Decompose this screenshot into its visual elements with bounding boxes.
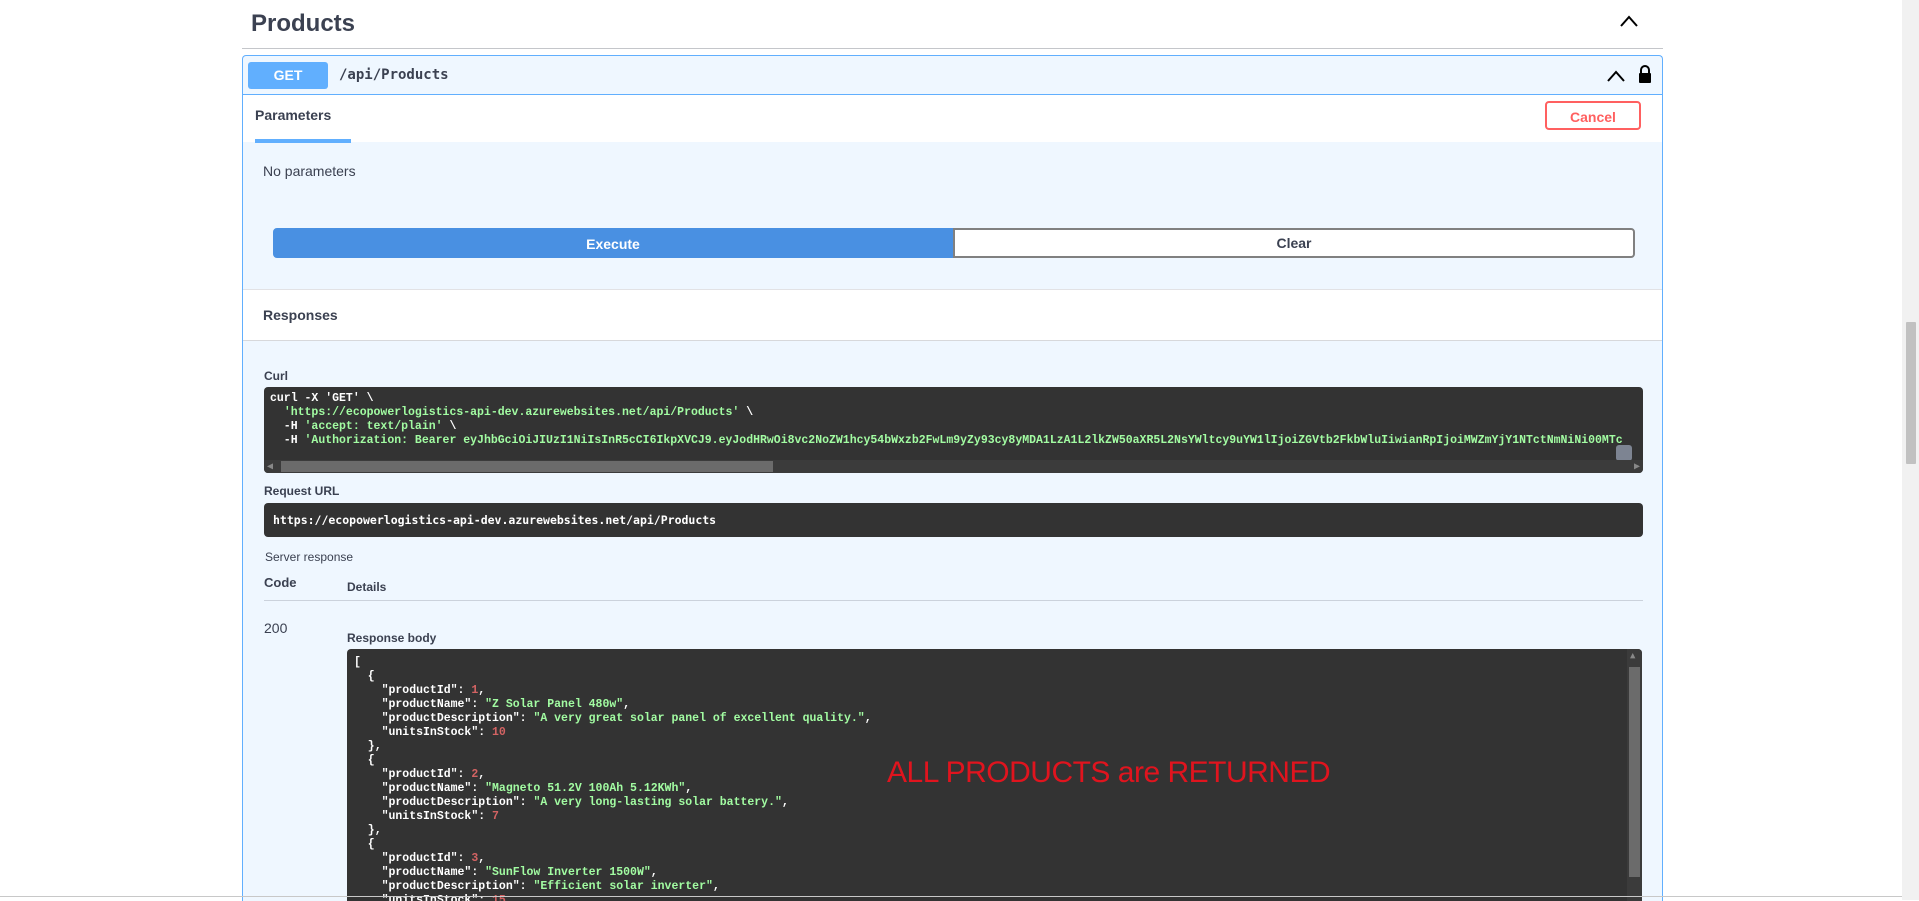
page-scrollbar[interactable] bbox=[1902, 0, 1919, 900]
responses-header: Responses bbox=[243, 289, 1662, 341]
cancel-button[interactable]: Cancel bbox=[1545, 101, 1641, 130]
scroll-up-icon[interactable]: ▲ bbox=[1630, 651, 1635, 661]
request-url-text: https://ecopowerlogistics-api-dev.azurew… bbox=[273, 513, 717, 527]
json-number: 1 bbox=[471, 684, 479, 697]
json-number: 2 bbox=[471, 768, 479, 781]
divider bbox=[0, 896, 1902, 897]
json-string: "A very long-lasting solar battery." bbox=[533, 796, 782, 809]
curl-line: 'https://ecopowerlogistics-api-dev.azure… bbox=[283, 406, 754, 419]
tab-bar: Parameters Cancel bbox=[243, 95, 1662, 143]
vertical-scrollbar[interactable]: ▲ bbox=[1627, 649, 1642, 901]
request-url-block[interactable]: https://ecopowerlogistics-api-dev.azurew… bbox=[264, 503, 1643, 537]
json-string: "Z Solar Panel 480w" bbox=[485, 698, 624, 711]
request-url-label: Request URL bbox=[264, 484, 340, 498]
divider bbox=[264, 600, 1643, 601]
tag-title: Products bbox=[251, 10, 356, 37]
chevron-up-icon[interactable] bbox=[1606, 69, 1626, 83]
response-body-label: Response body bbox=[347, 631, 437, 645]
json-string: "A very great solar panel of excellent q… bbox=[533, 712, 865, 725]
code-column-header: Code bbox=[264, 575, 297, 590]
curl-line: -H 'Authorization: Bearer eyJhbGciOiJIUz… bbox=[270, 434, 1623, 447]
swagger-page: Products GET /api/Products Parameters Ca… bbox=[0, 0, 1919, 901]
curl-url-string: 'https://ecopowerlogistics-api-dev.azure… bbox=[283, 406, 740, 419]
json-string: "Magneto 51.2V 100Ah 5.12KWh" bbox=[485, 782, 686, 795]
clear-button[interactable]: Clear bbox=[953, 228, 1635, 258]
curl-auth-string: 'Authorization: Bearer eyJhbGciOiJIUzI1N… bbox=[304, 434, 1623, 447]
tab-active-indicator bbox=[255, 139, 351, 143]
details-column-header: Details bbox=[347, 580, 387, 594]
no-parameters-text: No parameters bbox=[263, 163, 356, 179]
curl-command-text: curl -X 'GET' \ 'https://ecopowerlogisti… bbox=[270, 392, 1623, 448]
scroll-left-icon[interactable]: ◀ bbox=[267, 461, 273, 472]
server-response-label: Server response bbox=[265, 550, 354, 564]
json-number: 3 bbox=[471, 852, 479, 865]
json-number: 7 bbox=[492, 810, 499, 823]
responses-title: Responses bbox=[263, 307, 338, 323]
scrollbar-thumb[interactable] bbox=[281, 461, 773, 472]
curl-line: curl -X 'GET' \ bbox=[270, 392, 374, 405]
execute-button-group: Execute Clear bbox=[273, 228, 1635, 258]
scrollbar-thumb[interactable] bbox=[1629, 667, 1640, 877]
method-badge: GET bbox=[248, 62, 328, 89]
chevron-up-icon[interactable] bbox=[1619, 14, 1639, 28]
curl-command-block[interactable]: curl -X 'GET' \ 'https://ecopowerlogisti… bbox=[264, 387, 1643, 473]
response-body-json: [ { "productId": 1, "productName": "Z So… bbox=[354, 656, 872, 901]
curl-accept-string: 'accept: text/plain' bbox=[304, 420, 443, 433]
json-string: "Efficient solar inverter" bbox=[533, 880, 713, 893]
operation-path: /api/Products bbox=[339, 67, 449, 83]
horizontal-scrollbar[interactable]: ◀ ▶ bbox=[264, 460, 1643, 473]
tab-parameters[interactable]: Parameters bbox=[255, 107, 331, 123]
lock-icon[interactable] bbox=[1637, 64, 1653, 84]
json-string: "SunFlow Inverter 1500W" bbox=[485, 866, 651, 879]
status-code: 200 bbox=[264, 620, 288, 636]
scrollbar-thumb[interactable] bbox=[1906, 322, 1916, 464]
copy-icon[interactable] bbox=[1616, 445, 1632, 461]
json-number: 10 bbox=[492, 726, 506, 739]
scroll-right-icon[interactable]: ▶ bbox=[1634, 461, 1640, 472]
operation-summary[interactable]: GET /api/Products bbox=[243, 56, 1662, 95]
annotation-text: ALL PRODUCTS are RETURNED bbox=[887, 756, 1331, 789]
curl-line: -H 'accept: text/plain' \ bbox=[270, 420, 457, 433]
execute-button[interactable]: Execute bbox=[273, 228, 953, 258]
curl-label: Curl bbox=[264, 369, 288, 383]
tag-section-header[interactable]: Products bbox=[242, 0, 1663, 49]
